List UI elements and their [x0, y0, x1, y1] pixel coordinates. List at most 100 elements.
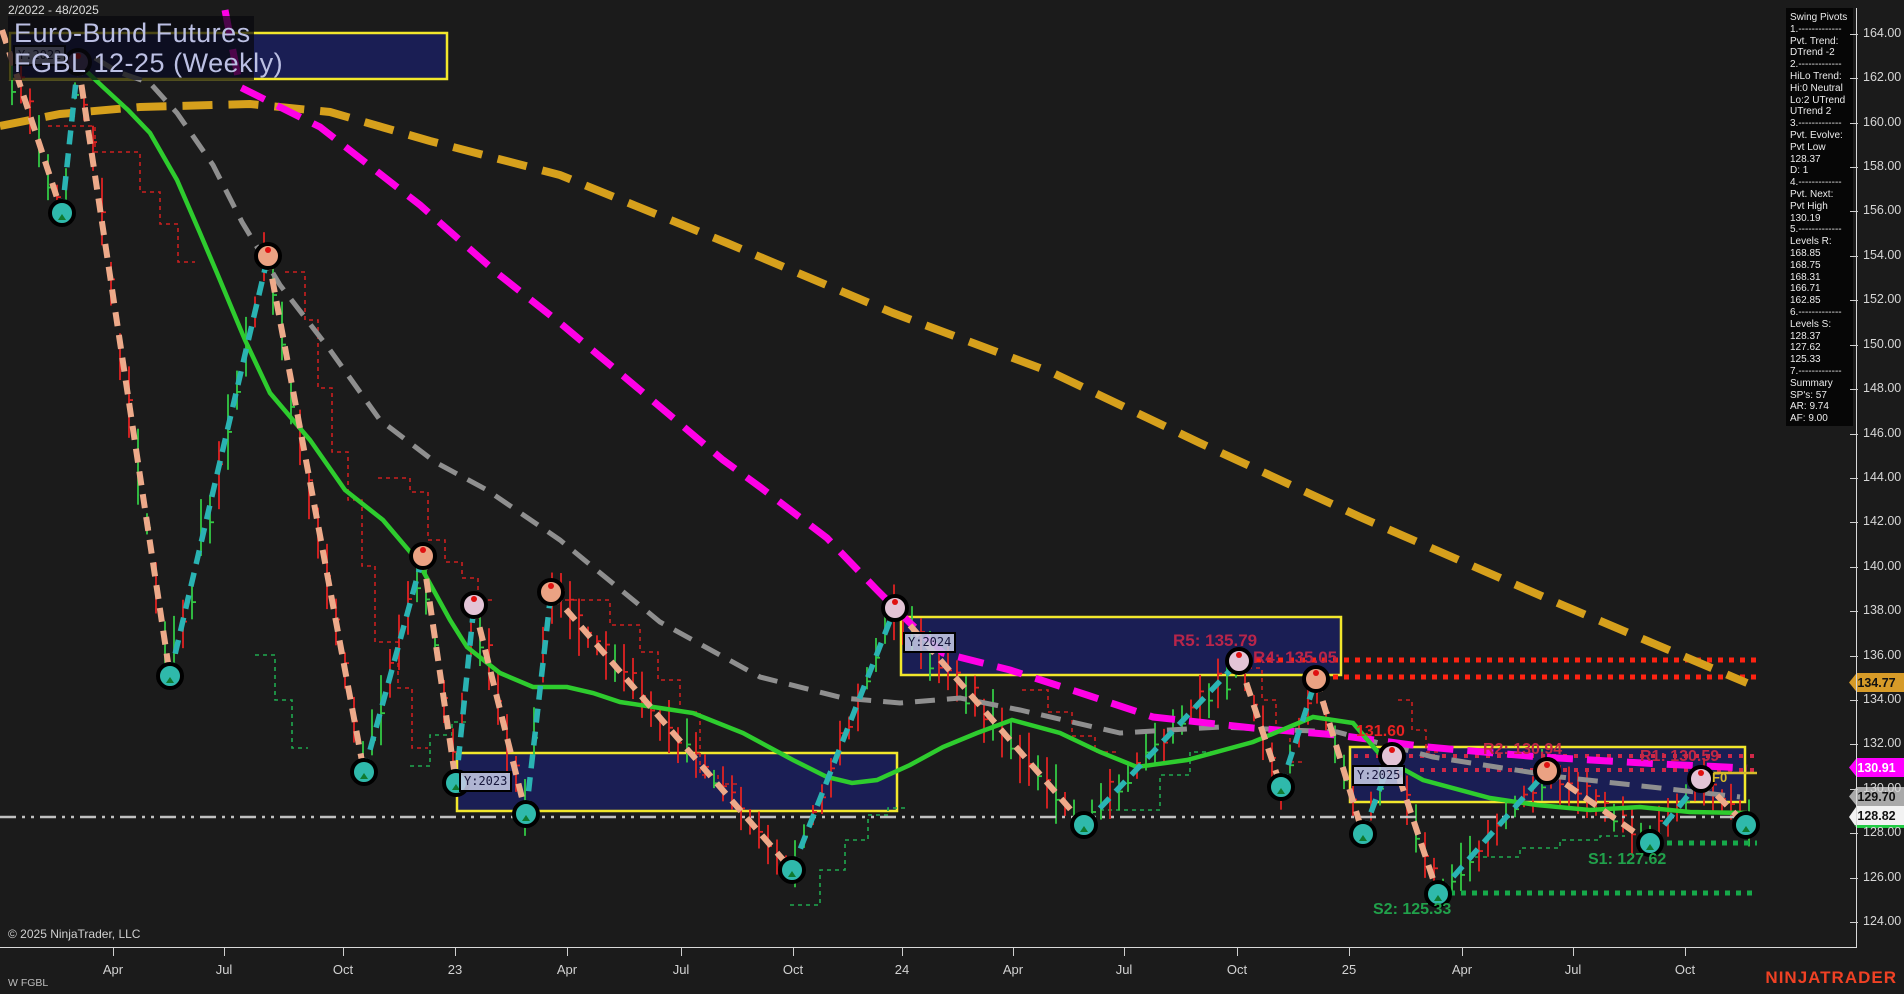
- price-tick: [1850, 389, 1858, 390]
- pivot-low-circle: [1426, 882, 1450, 906]
- price-tick: [1850, 522, 1858, 523]
- panel-line: UTrend 2: [1790, 106, 1853, 118]
- stop-step-line-green: [790, 808, 905, 905]
- price-tick-label: 152.00: [1863, 292, 1901, 306]
- pivot-high-dot-icon: [1544, 762, 1550, 768]
- ninjatrader-logo: NINJATRADER: [1765, 968, 1897, 988]
- pivot-high-dot-icon: [420, 547, 426, 553]
- price-tick-label: 138.00: [1863, 603, 1901, 617]
- swing-up-leg: [170, 256, 268, 676]
- panel-line: 2.-------------: [1790, 59, 1853, 71]
- panel-line: 4.-------------: [1790, 177, 1853, 189]
- price-tick: [1850, 922, 1858, 923]
- price-tick: [1850, 744, 1858, 745]
- pivot-low-circle: [1269, 775, 1293, 799]
- panel-line: 6.-------------: [1790, 307, 1853, 319]
- pivot-high-dot-icon: [1236, 652, 1242, 658]
- price-tick-label: 148.00: [1863, 381, 1901, 395]
- price-tick: [1850, 78, 1858, 79]
- price-tick: [1850, 345, 1858, 346]
- panel-line: 168.85: [1790, 248, 1853, 260]
- stop-step-line-green: [255, 655, 308, 748]
- panel-line: Pvt Low: [1790, 142, 1853, 154]
- pivot-low-circle: [352, 760, 376, 784]
- price-tick-label: 130.00: [1863, 781, 1901, 795]
- price-tick: [1850, 123, 1858, 124]
- year-range-box[interactable]: [901, 617, 1341, 675]
- panel-line: Pvt. Next:: [1790, 189, 1853, 201]
- pivot-high-dot-icon: [548, 583, 554, 589]
- price-tick-label: 164.00: [1863, 26, 1901, 40]
- price-tick: [1850, 167, 1858, 168]
- price-tick: [1850, 789, 1858, 790]
- price-tick: [1850, 878, 1858, 879]
- price-tick: [1850, 833, 1858, 834]
- price-tick-label: 162.00: [1863, 70, 1901, 84]
- panel-line: 128.37: [1790, 331, 1853, 343]
- price-tick-label: 158.00: [1863, 159, 1901, 173]
- swing-pivots-panel: Swing Pivots1.-------------Pvt. Trend:DT…: [1786, 8, 1853, 426]
- price-tick: [1850, 34, 1858, 35]
- copyright-label: © 2025 NinjaTrader, LLC: [8, 927, 140, 941]
- series-label: W FGBL: [8, 977, 48, 989]
- stop-step-line-red: [1022, 690, 1118, 752]
- panel-line: Hi:0 Neutral: [1790, 83, 1853, 95]
- price-tick: [1850, 567, 1858, 568]
- panel-line: Levels S:: [1790, 319, 1853, 331]
- gray-ma-line: [95, 58, 1740, 797]
- panel-line: Pvt. Evolve:: [1790, 130, 1853, 142]
- price-tick-label: 156.00: [1863, 203, 1901, 217]
- panel-line: Swing Pivots: [1790, 12, 1853, 24]
- price-tick: [1850, 478, 1858, 479]
- panel-line: 128.37: [1790, 154, 1853, 166]
- panel-line: AF: 9.00: [1790, 413, 1853, 425]
- panel-line: HiLo Trend:: [1790, 71, 1853, 83]
- price-tick: [1850, 611, 1858, 612]
- price-tick-label: 154.00: [1863, 248, 1901, 262]
- pivot-high-dot-icon: [1698, 770, 1704, 776]
- price-tick-label: 146.00: [1863, 426, 1901, 440]
- panel-line: SP's: 57: [1790, 390, 1853, 402]
- swing-up-leg: [792, 608, 895, 870]
- swing-up-leg: [1084, 661, 1239, 825]
- pivot-low-circle: [50, 201, 74, 225]
- price-tick-label: 134.00: [1863, 692, 1901, 706]
- instrument-title: Euro-Bund Futures: [14, 18, 251, 49]
- price-tick: [1850, 656, 1858, 657]
- panel-line: DTrend -2: [1790, 47, 1853, 59]
- price-tick: [1850, 434, 1858, 435]
- pivot-high-dot-icon: [471, 596, 477, 602]
- swing-down-leg: [551, 592, 792, 870]
- time-axis-line: [0, 947, 1857, 948]
- panel-line: AR: 9.74: [1790, 401, 1853, 413]
- pivot-low-circle: [1734, 813, 1758, 837]
- pivot-low-circle: [1072, 813, 1096, 837]
- swing-down-leg: [423, 556, 456, 783]
- price-tick: [1850, 700, 1858, 701]
- panel-line: 127.62: [1790, 342, 1853, 354]
- pivot-low-circle: [1351, 822, 1375, 846]
- panel-line: 7.-------------: [1790, 366, 1853, 378]
- pivot-low-circle: [444, 771, 468, 795]
- chart-window: Y:2022Y:2023Y:2024Y:2025R5: 135.79R4: 13…: [0, 0, 1904, 994]
- price-tick: [1850, 211, 1858, 212]
- pivot-low-circle: [1638, 831, 1662, 855]
- pivot-low-circle: [514, 802, 538, 826]
- price-tick-label: 144.00: [1863, 470, 1901, 484]
- panel-line: 125.33: [1790, 354, 1853, 366]
- green-ma-line: [68, 58, 1747, 813]
- panel-line: 130.19: [1790, 213, 1853, 225]
- panel-line: 168.31: [1790, 272, 1853, 284]
- price-tick-label: 128.00: [1863, 825, 1901, 839]
- price-tick-label: 126.00: [1863, 870, 1901, 884]
- price-tick: [1850, 256, 1858, 257]
- stop-step-line-red: [285, 272, 428, 748]
- panel-line: 3.-------------: [1790, 118, 1853, 130]
- swing-up-leg: [364, 556, 423, 772]
- pivot-low-circle: [780, 858, 804, 882]
- pivot-low-circle: [158, 664, 182, 688]
- panel-line: 1.-------------: [1790, 24, 1853, 36]
- price-tick-label: 124.00: [1863, 914, 1901, 928]
- price-chart-canvas[interactable]: [0, 0, 1904, 994]
- pivot-high-dot-icon: [1389, 747, 1395, 753]
